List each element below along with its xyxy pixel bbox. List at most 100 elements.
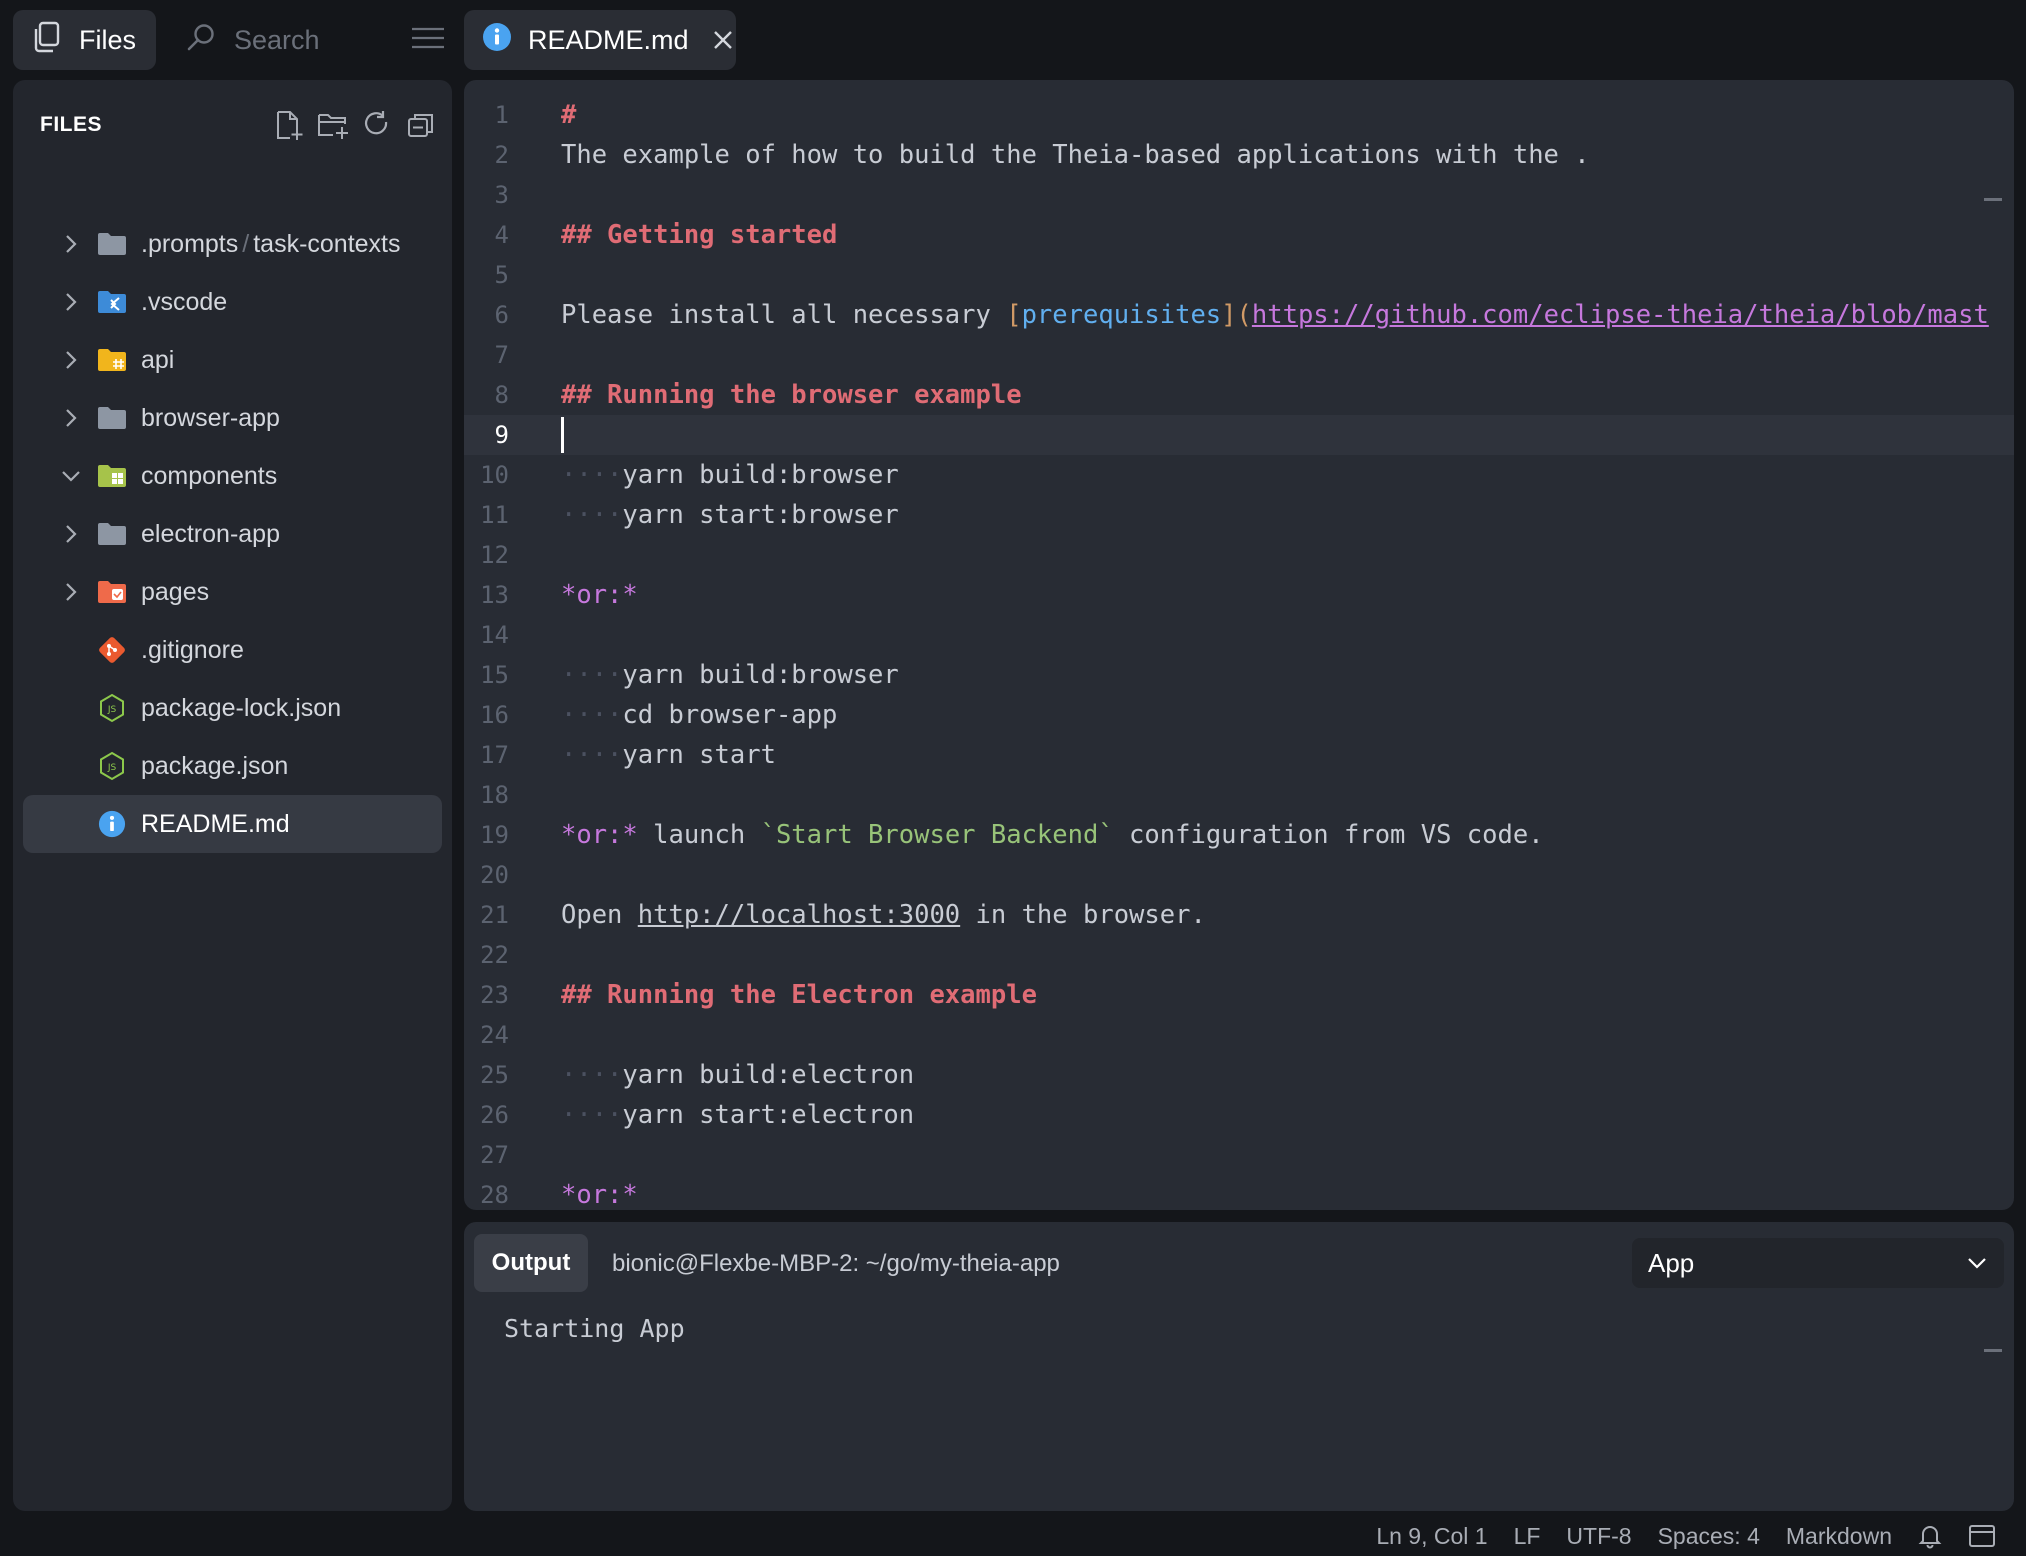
indentation[interactable]: Spaces: 4 [1658,1523,1760,1550]
code-line: 22 [464,935,2014,975]
line-number: 21 [480,901,509,929]
chevron-down-icon[interactable] [59,469,83,483]
explorer-header: FILES [40,108,438,142]
tree-item-label: .gitignore [141,635,244,664]
line-text: yarn start [622,740,776,770]
panel-layout-icon[interactable] [1968,1524,1996,1548]
search-box[interactable]: Search [186,10,444,70]
language-mode[interactable]: Markdown [1786,1523,1892,1550]
explorer-title: FILES [40,113,103,136]
tree-item-gitignore[interactable]: .gitignore [23,621,442,679]
files-icon [31,21,61,60]
search-icon [186,22,216,59]
text-cursor [561,417,564,453]
git-icon [97,635,127,665]
tree-item-package-lock[interactable]: JS package-lock.json [23,679,442,737]
chevron-right-icon[interactable] [59,291,83,313]
code-line: 3 [464,175,2014,215]
chevron-right-icon[interactable] [59,349,83,371]
code-line: 27 [464,1135,2014,1175]
tree-item-prompts[interactable]: .prompts / task-contexts [23,215,442,273]
line-ending[interactable]: LF [1514,1523,1541,1550]
tree-item-electron-app[interactable]: electron-app [23,505,442,563]
tree-item-label: browser-app [141,403,280,432]
line-number: 5 [494,261,509,289]
new-folder-icon[interactable] [316,108,350,142]
selected-channel: App [1648,1247,1695,1278]
info-icon [482,22,512,59]
folder-icon [97,403,127,433]
output-text: Starting App [504,1314,685,1343]
chevron-down-icon [1966,1256,1988,1270]
heading-text: # [561,100,577,130]
line-number: 8 [494,381,509,409]
tree-item-api[interactable]: api [23,331,442,389]
code-line: 20 [464,855,2014,895]
terminal-path: bionic@Flexbe-MBP-2: ~/go/my-theia-app [612,1250,1060,1277]
tree-item-label: README.md [141,809,290,838]
line-number: 28 [480,1181,509,1209]
code-line: 4 ## Getting started [464,215,2014,255]
line-text: configuration from VS code. [1113,820,1544,850]
pages-folder-icon [97,577,127,607]
tree-item-package-json[interactable]: JS package.json [23,737,442,795]
code-line: 17 ····yarn start [464,735,2014,775]
chevron-right-icon[interactable] [59,581,83,603]
tree-item-browser-app[interactable]: browser-app [23,389,442,447]
emphasis-text: *or:* [561,820,638,850]
line-text: in the browser. [960,900,1206,930]
heading-text: ## Running the Electron example [561,980,1037,1010]
scrollbar-marker[interactable] [1984,1349,2002,1352]
code-line: 1 # [464,95,2014,135]
files-view-button[interactable]: Files [13,10,156,70]
inline-code: `Start Browser Backend` [760,820,1114,850]
file-tree: .prompts / task-contexts .vscode api brows… [23,215,442,853]
line-number: 26 [480,1101,509,1129]
tab-output[interactable]: Output [474,1234,588,1292]
line-number: 27 [480,1141,509,1169]
code-line: 16 ····cd browser-app [464,695,2014,735]
new-file-icon[interactable] [272,108,306,142]
line-text: The example of how to build the Theia-ba… [561,140,1590,170]
heading-text: ## Running the browser example [561,380,1022,410]
tree-item-label: package.json [141,751,289,780]
code-editor[interactable]: 1 # 2 The example of how to build the Thei… [464,80,2014,1210]
svg-text:JS: JS [107,763,117,773]
menu-icon[interactable] [412,25,444,56]
collapse-all-icon[interactable] [404,108,438,142]
code-line: 25 ····yarn build:electron [464,1055,2014,1095]
file-explorer: FILES .prompts / task-contexts .vscode a… [13,80,452,1511]
tree-item-label-2: task-contexts [253,229,401,258]
line-number: 12 [480,541,509,569]
code-line: 7 [464,335,2014,375]
tree-item-label: .vscode [141,287,228,316]
link-url[interactable]: http://localhost:3000 [638,900,960,930]
tab-readme[interactable]: README.md [464,10,736,70]
refresh-icon[interactable] [360,108,394,142]
code-line: 15 ····yarn build:browser [464,655,2014,695]
code-line: 14 [464,615,2014,655]
tree-item-vscode[interactable]: .vscode [23,273,442,331]
chevron-right-icon[interactable] [59,407,83,429]
editor-content[interactable]: 1 # 2 The example of how to build the Thei… [464,95,2014,1210]
bell-icon[interactable] [1918,1523,1942,1549]
cursor-position[interactable]: Ln 9, Col 1 [1376,1523,1487,1550]
code-line: 19 *or:* launch `Start Browser Backend` c… [464,815,2014,855]
file-encoding[interactable]: UTF-8 [1566,1523,1631,1550]
close-icon[interactable] [713,30,733,50]
emphasis-text: *or:* [561,1180,638,1210]
files-label: Files [79,24,137,55]
link-url[interactable]: https://github.com/eclipse-theia/theia/b… [1252,300,1989,330]
line-number: 16 [480,701,509,729]
line-number: 4 [494,221,509,249]
line-text: Open [561,900,638,930]
tree-item-components[interactable]: components [23,447,442,505]
tree-item-readme[interactable]: README.md [23,795,442,853]
code-line: 18 [464,775,2014,815]
line-number: 14 [480,621,509,649]
code-line: 11 ····yarn start:browser [464,495,2014,535]
output-channel-select[interactable]: App [1632,1238,2004,1288]
chevron-right-icon[interactable] [59,233,83,255]
chevron-right-icon[interactable] [59,523,83,545]
tree-item-pages[interactable]: pages [23,563,442,621]
